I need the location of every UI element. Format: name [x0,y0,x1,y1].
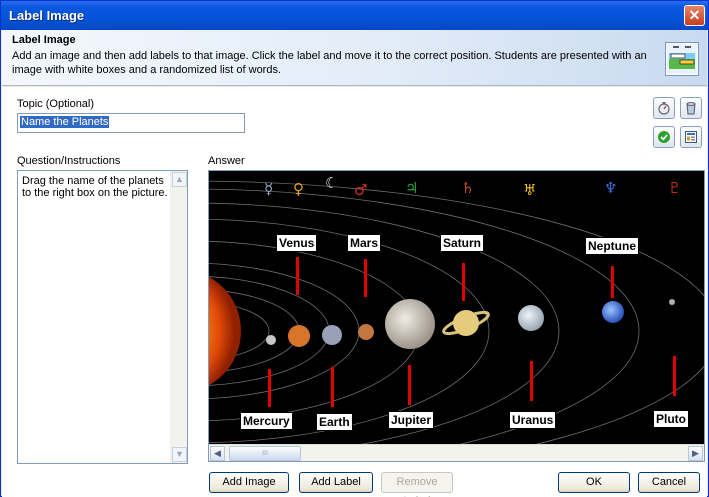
close-button[interactable]: ✕ [684,5,705,26]
answer-scrollbar[interactable]: ◀ III ▶ [209,444,704,461]
svg-text:♃: ♃ [405,179,418,197]
remove-label-button[interactable]: Remove Label [381,472,453,497]
question-scrollbar[interactable]: ▲ ▼ [170,171,187,463]
scroll-right-icon[interactable]: ▶ [688,446,703,461]
planet-label[interactable]: Earth [316,413,353,431]
question-textarea[interactable]: Drag the name of the planets to the righ… [17,170,188,464]
timer-icon[interactable] [653,97,675,119]
label-image-dialog: Label Image ✕ Label Image Add an image a… [0,0,709,497]
svg-text:☿: ☿ [264,180,273,198]
title-bar[interactable]: Label Image ✕ [1,1,708,30]
properties-icon[interactable] [680,126,702,148]
answer-image-area[interactable]: ☿ ♀ ☾ ♂ ♃ ♄ ♅ ♆ ♇ Venus Mars Saturn Nept… [208,170,705,462]
planet-label[interactable]: Venus [276,234,318,252]
cancel-button[interactable]: Cancel [638,472,700,493]
planet-label[interactable]: Pluto [653,410,689,428]
header-description: Add an image and then add labels to that… [12,50,647,76]
bucket-icon[interactable] [680,97,702,119]
planet-label[interactable]: Mercury [240,412,293,430]
check-icon[interactable] [653,126,675,148]
topic-input[interactable]: Name the Planets [17,113,245,133]
scroll-up-icon[interactable]: ▲ [172,172,187,187]
scroll-left-icon[interactable]: ◀ [210,446,225,461]
scroll-thumb[interactable]: III [229,446,301,461]
svg-text:♇: ♇ [668,179,681,197]
topic-label: Topic (Optional) [17,98,95,110]
svg-text:♂: ♂ [354,181,367,199]
planet-label[interactable]: Saturn [440,234,485,252]
svg-text:♅: ♅ [523,181,536,199]
svg-text:♀: ♀ [293,180,304,198]
svg-text:☾: ☾ [325,174,338,192]
add-label-button[interactable]: Add Label [299,472,373,493]
answer-label: Answer [208,155,245,167]
question-text: Drag the name of the planets to the righ… [22,175,168,199]
label-image-icon [665,42,699,76]
ok-button[interactable]: OK [558,472,630,493]
window-title: Label Image [9,8,85,23]
solar-system-image: ☿ ♀ ☾ ♂ ♃ ♄ ♅ ♆ ♇ [209,171,704,446]
add-image-button[interactable]: Add Image [209,472,289,493]
planet-label[interactable]: Jupiter [388,411,435,429]
scroll-down-icon[interactable]: ▼ [172,447,187,462]
planet-label[interactable]: Neptune [585,237,639,255]
planet-label[interactable]: Mars [347,234,382,252]
question-label: Question/Instructions [17,155,121,167]
planet-label[interactable]: Uranus [509,411,557,429]
svg-text:♄: ♄ [461,179,474,197]
svg-text:♆: ♆ [604,179,617,197]
topic-value: Name the Planets [20,116,110,128]
dialog-header: Label Image Add an image and then add la… [2,30,707,86]
header-title: Label Image [12,34,76,46]
